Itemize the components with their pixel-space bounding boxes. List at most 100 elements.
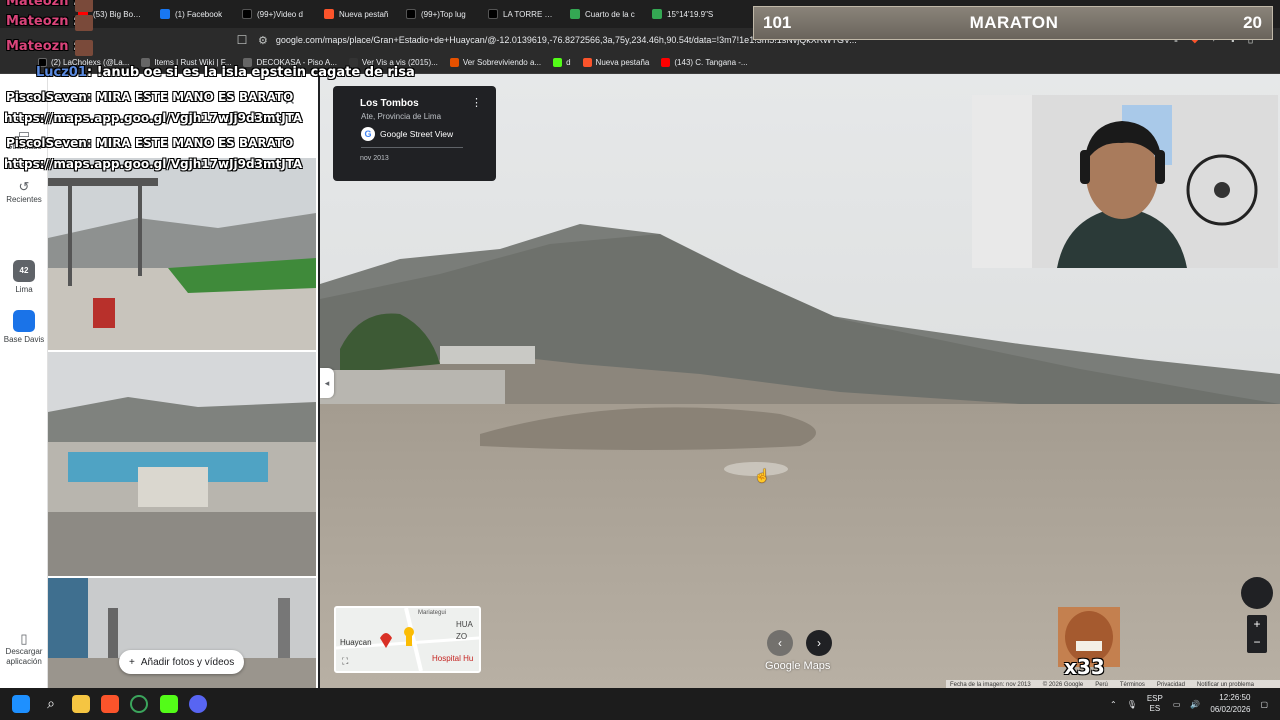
next-button[interactable]: › [806, 630, 832, 656]
minimap-label: Hospital Hu [432, 654, 474, 663]
place-location: Ate, Provincia de Lima [361, 112, 442, 121]
tiktok-icon [488, 9, 498, 19]
webcam-overlay [972, 95, 1278, 268]
brave-icon [324, 9, 334, 19]
bookmark-star-icon[interactable]: ☐ [232, 33, 252, 47]
zoom-control: + − [1247, 615, 1267, 653]
capture-date[interactable]: nov 2013 [360, 155, 389, 162]
chat-username: PiscolSeven [6, 136, 87, 150]
rail-download-label: Descargar aplicación [5, 647, 43, 666]
bookmark-label: d [566, 58, 571, 67]
tab-label: Cuarto de la c [585, 9, 635, 19]
chat-username: Mateozn [6, 0, 69, 9]
windows-start-icon[interactable] [12, 695, 30, 713]
system-tray: ⌃ 🎙 ESP ES ▭ 🔊 12:26:50 06/02/2026 ▢ [1110, 692, 1268, 716]
brave-browser-icon[interactable] [101, 695, 119, 713]
place-photo[interactable] [48, 352, 316, 576]
facebook-icon [160, 9, 170, 19]
notifications-icon[interactable]: ▢ [1260, 700, 1268, 709]
browser-tab[interactable]: Cuarto de la c [562, 2, 644, 26]
rail-lima-label: Lima [15, 285, 33, 294]
chat-link: https://maps.app.goo.gl/Vgjh17wJj9d3mtJT… [4, 157, 303, 171]
clock-time: 12:26:50 [1219, 693, 1251, 702]
bookmark-label: Nueva pestaña [595, 58, 650, 67]
reaction-emote: x33 [1058, 607, 1120, 683]
emote-counter: x33 [1064, 655, 1105, 679]
tab-label: Nueva pestañ [339, 9, 389, 19]
tiktok-icon [242, 9, 252, 19]
brave-icon [582, 58, 592, 67]
kick-icon [553, 58, 563, 67]
rail-lima[interactable]: 42 Lima [0, 260, 48, 295]
chevron-left-icon: ‹ [778, 636, 782, 650]
plus-icon: + [129, 656, 135, 668]
footer-privacy[interactable]: Privacidad [1157, 682, 1185, 688]
maps-pin-icon [570, 9, 580, 19]
volume-icon[interactable]: 🔊 [1190, 700, 1200, 709]
previous-button[interactable]: ‹ [767, 630, 793, 656]
rail-base[interactable]: Base Davis [0, 310, 48, 345]
bookmark-item[interactable]: (143) C. Tangana -... [657, 58, 751, 67]
rail-recent-label: Recientes [6, 195, 42, 204]
minimap-label: ZO [456, 632, 468, 641]
expand-icon[interactable]: ⛶ [342, 656, 348, 667]
marathon-right-count: 20 [1243, 13, 1262, 32]
photo-park [48, 158, 316, 350]
footer-image-date: Fecha de la imagen: nov 2013 [950, 681, 1031, 688]
chevron-right-icon: › [817, 636, 821, 650]
minimap-label: Mariategui [418, 610, 447, 616]
weather-badge: 42 [13, 260, 35, 282]
bookmark-item[interactable]: Nueva pestaña [579, 58, 654, 67]
google-logo-icon: G [361, 127, 375, 141]
screen: (53) Big Booth (1) Facebook (99+)Video d… [0, 0, 1280, 720]
chat-text: : !anub oe si es la isla epstein cagate … [86, 65, 415, 80]
place-thumbnail-icon [13, 310, 35, 332]
browser-tab[interactable]: (99+)Top lug [398, 2, 480, 26]
browser-tab[interactable]: LA TORRE eiff [480, 2, 562, 26]
chat-emote [75, 0, 93, 12]
kick-app-icon[interactable] [160, 695, 178, 713]
zoom-out-button[interactable]: − [1247, 633, 1267, 651]
collapse-panel-button[interactable]: ◂ [320, 368, 334, 398]
maps-pin-icon [652, 9, 662, 19]
place-photo[interactable] [48, 158, 316, 350]
network-icon[interactable]: ▭ [1173, 700, 1181, 709]
bookmark-label: (143) C. Tangana -... [674, 58, 748, 67]
rail-base-label: Base Davis [3, 335, 45, 344]
bookmark-item[interactable]: d [549, 58, 574, 67]
browser-tab[interactable]: (99+)Video d [234, 2, 316, 26]
more-options-icon[interactable]: ⋮ [471, 96, 482, 109]
chat-emote [75, 40, 93, 56]
compass-icon[interactable] [1241, 577, 1273, 609]
microphone-icon[interactable]: 🎙 [1127, 700, 1137, 709]
browser-tab[interactable]: Nueva pestañ [316, 2, 398, 26]
mini-map[interactable]: Huaycan HUA ZO Hospital Hu Mariategui ⛶ [334, 606, 481, 673]
site-settings-icon[interactable]: ⚙ [258, 34, 268, 47]
search-icon[interactable]: ⌕ [42, 695, 60, 713]
video-icon [449, 58, 459, 67]
minimap-label: HUA [456, 620, 473, 629]
footer-terms[interactable]: Términos [1120, 682, 1145, 688]
rail-recent[interactable]: ↺ Recientes [0, 180, 48, 205]
bookmark-item[interactable]: Ver Sobreviviendo a... [446, 58, 545, 67]
keyboard-code: ES [1149, 704, 1161, 713]
zoom-in-button[interactable]: + [1247, 615, 1267, 633]
chevron-up-icon[interactable]: ⌃ [1110, 700, 1117, 709]
app-icon[interactable] [130, 695, 148, 713]
footer-report[interactable]: Notificar un problema [1197, 682, 1254, 688]
language-indicator[interactable]: ESP ES [1147, 694, 1163, 714]
browser-tab[interactable]: (1) Facebook [152, 2, 234, 26]
file-explorer-icon[interactable] [72, 695, 90, 713]
discord-icon[interactable] [189, 695, 207, 713]
chat-message: PiscolSeven: MIRA ESTE MANO ES BARATO [6, 136, 293, 150]
tab-label: 15°14'19.9"S [667, 9, 714, 19]
rail-download[interactable]: ▯ Descargar aplicación [0, 632, 48, 667]
chevron-left-icon: ◂ [324, 378, 330, 388]
chat-message: Mateozn : [6, 14, 79, 29]
chat-username: PiscolSeven [6, 90, 87, 104]
add-photos-button[interactable]: + Añadir fotos y vídeos [119, 650, 245, 674]
browser-tab[interactable]: 15°14'19.9"S [644, 2, 726, 26]
clock[interactable]: 12:26:50 06/02/2026 [1210, 692, 1250, 716]
chat-text: : MIRA ESTE MANO ES BARATO [86, 136, 294, 150]
chat-username: Lucz01 [36, 65, 87, 80]
